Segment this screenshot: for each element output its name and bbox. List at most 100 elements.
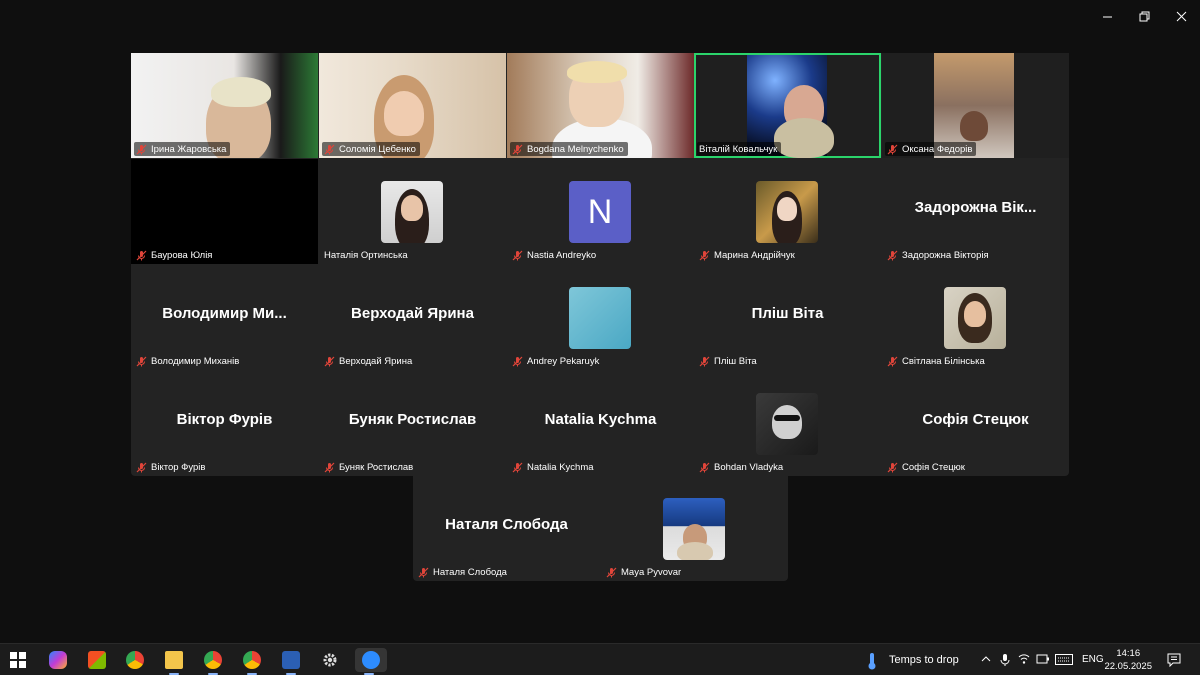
participant-display-name: Буняк Ростислав	[348, 411, 477, 428]
participant-tile[interactable]: Задорожна Вік... Задорожна Вікторія	[882, 159, 1069, 264]
participant-tile[interactable]: Natalia Kychma Natalia Kychma	[507, 371, 694, 476]
participant-display-name: Верходай Ярина	[351, 305, 474, 322]
participant-avatar	[663, 498, 725, 560]
start-button[interactable]	[4, 648, 32, 672]
participant-name: Світлана Білінська	[902, 355, 985, 367]
participant-hair	[211, 77, 271, 107]
participant-name: Nastia Andreyko	[527, 249, 597, 261]
copilot-button[interactable]	[44, 648, 72, 672]
participant-display-name: Володимир Ми...	[162, 305, 287, 322]
mic-muted-icon	[136, 144, 147, 154]
file-explorer-button[interactable]	[160, 648, 188, 675]
mic-muted-icon	[606, 567, 617, 577]
zoom-button[interactable]	[355, 648, 387, 675]
mic-muted-icon	[512, 144, 523, 154]
participant-display-name: Пліш Віта	[751, 305, 824, 322]
mic-muted-icon	[887, 356, 898, 366]
participant-name: Віктор Фурів	[151, 461, 206, 473]
chrome-button[interactable]	[121, 648, 149, 672]
chevron-up-icon[interactable]	[981, 655, 991, 663]
participant-tile[interactable]: Верходай Ярина Верходай Ярина	[319, 265, 506, 370]
participant-tile[interactable]: Баурова Юлія	[131, 159, 318, 264]
participant-tile[interactable]: Ірина Жаровська	[131, 53, 318, 158]
participant-tile[interactable]: Володимир Ми... Володимир Миханів	[131, 265, 318, 370]
mic-muted-icon	[512, 462, 523, 472]
mic-muted-icon	[887, 250, 898, 260]
participant-face	[960, 111, 988, 141]
store-button[interactable]	[83, 648, 111, 672]
participant-tile[interactable]: Соломія Цебенко	[319, 53, 506, 158]
wifi-icon[interactable]	[1018, 653, 1030, 665]
clock[interactable]: 14:16 22.05.2025	[1104, 647, 1152, 673]
participant-name-label: Буняк Ростислав	[322, 460, 417, 474]
chrome-profile-icon	[204, 651, 222, 669]
participant-display-name: Софія Стецюк	[922, 411, 1029, 428]
mic-muted-icon	[324, 144, 335, 154]
battery-icon[interactable]	[1036, 654, 1050, 664]
close-button[interactable]	[1163, 0, 1200, 32]
participant-display-name: Наталя Слобода	[445, 516, 568, 533]
thermometer-icon	[868, 653, 876, 670]
participant-tile[interactable]: Наталія Ортинська	[319, 159, 506, 264]
participant-tile[interactable]: Пліш Віта Пліш Віта	[694, 265, 881, 370]
participant-avatar	[756, 181, 818, 243]
chrome-profile-2-button[interactable]	[238, 648, 266, 675]
participant-tile[interactable]: Andrey Pekaruyk	[507, 265, 694, 370]
mic-muted-icon	[418, 567, 429, 577]
participant-name-label: Баурова Юлія	[134, 248, 217, 262]
participant-tile[interactable]: Софія Стецюк Софія Стецюк	[882, 371, 1069, 476]
participant-name: Марина Андрійчук	[714, 249, 795, 261]
participant-name: Ірина Жаровська	[151, 143, 227, 155]
participant-name: Maya Pyvovar	[621, 566, 682, 578]
participant-tile[interactable]: Maya Pyvovar	[601, 476, 788, 581]
notification-icon[interactable]	[1167, 653, 1181, 667]
participant-tile-active-speaker[interactable]: Віталій Ковальчук	[694, 53, 881, 158]
mic-muted-icon	[887, 462, 898, 472]
participant-tile[interactable]: Віктор Фурів Віктор Фурів	[131, 371, 318, 476]
participant-tile[interactable]: Буняк Ростислав Буняк Ростислав	[319, 371, 506, 476]
settings-button[interactable]	[316, 648, 344, 672]
restore-icon	[1139, 11, 1150, 21]
microphone-icon[interactable]	[1000, 653, 1010, 667]
clock-time: 14:16	[1116, 648, 1141, 659]
mic-muted-icon	[699, 462, 710, 472]
chrome-profile-button[interactable]	[199, 648, 227, 675]
input-language[interactable]: ENG	[1082, 654, 1104, 665]
weather-widget[interactable]: Temps to drop	[889, 654, 959, 666]
windows-taskbar: Temps to drop ENG 14:16 22.05.2025	[0, 643, 1200, 675]
minimize-button[interactable]	[1089, 0, 1126, 32]
clock-date: 22.05.2025	[1104, 661, 1152, 672]
participant-name-label: Наталя Слобода	[416, 565, 511, 579]
participant-tile[interactable]: Наталя Слобода Наталя Слобода	[413, 476, 600, 581]
participant-tile[interactable]: N Nastia Andreyko	[507, 159, 694, 264]
participant-tile[interactable]: Марина Андрійчук	[694, 159, 881, 264]
participant-tile[interactable]: Bohdan Vladyka	[694, 371, 881, 476]
participant-name: Баурова Юлія	[151, 249, 213, 261]
participant-name-label: Соломія Цебенко	[322, 142, 420, 156]
mic-muted-icon	[136, 462, 147, 472]
participant-avatar	[569, 287, 631, 349]
copilot-icon	[49, 651, 67, 669]
participant-name: Andrey Pekaruyk	[527, 355, 600, 367]
participant-name-label: Ірина Жаровська	[134, 142, 231, 156]
mic-muted-icon	[136, 250, 147, 260]
participant-name-label: Andrey Pekaruyk	[510, 354, 603, 368]
file-explorer-icon	[165, 651, 183, 669]
participant-tile[interactable]: Bogdana Melnychenko	[507, 53, 694, 158]
participant-display-name: Віктор Фурів	[176, 411, 273, 428]
participant-name-label: Задорожна Вікторія	[885, 248, 993, 262]
participant-name: Оксана Федорів	[902, 143, 973, 155]
participant-tile[interactable]: Оксана Федорів	[882, 53, 1069, 158]
participant-display-name: Задорожна Вік...	[914, 199, 1037, 216]
gallery-view: Ірина Жаровська Соломія Цебенко Bogdana …	[131, 53, 1069, 476]
settings-icon	[323, 653, 337, 667]
word-button[interactable]	[277, 648, 305, 675]
participant-name-label: Віктор Фурів	[134, 460, 209, 474]
restore-button[interactable]	[1126, 0, 1163, 32]
participant-name: Соломія Цебенко	[339, 143, 416, 155]
participant-tile[interactable]: Світлана Білінська	[882, 265, 1069, 370]
chrome-profile-2-icon	[243, 651, 261, 669]
keyboard-icon[interactable]	[1055, 654, 1073, 665]
participant-name-label: Віталій Ковальчук	[697, 142, 782, 156]
mic-muted-icon	[887, 144, 898, 154]
